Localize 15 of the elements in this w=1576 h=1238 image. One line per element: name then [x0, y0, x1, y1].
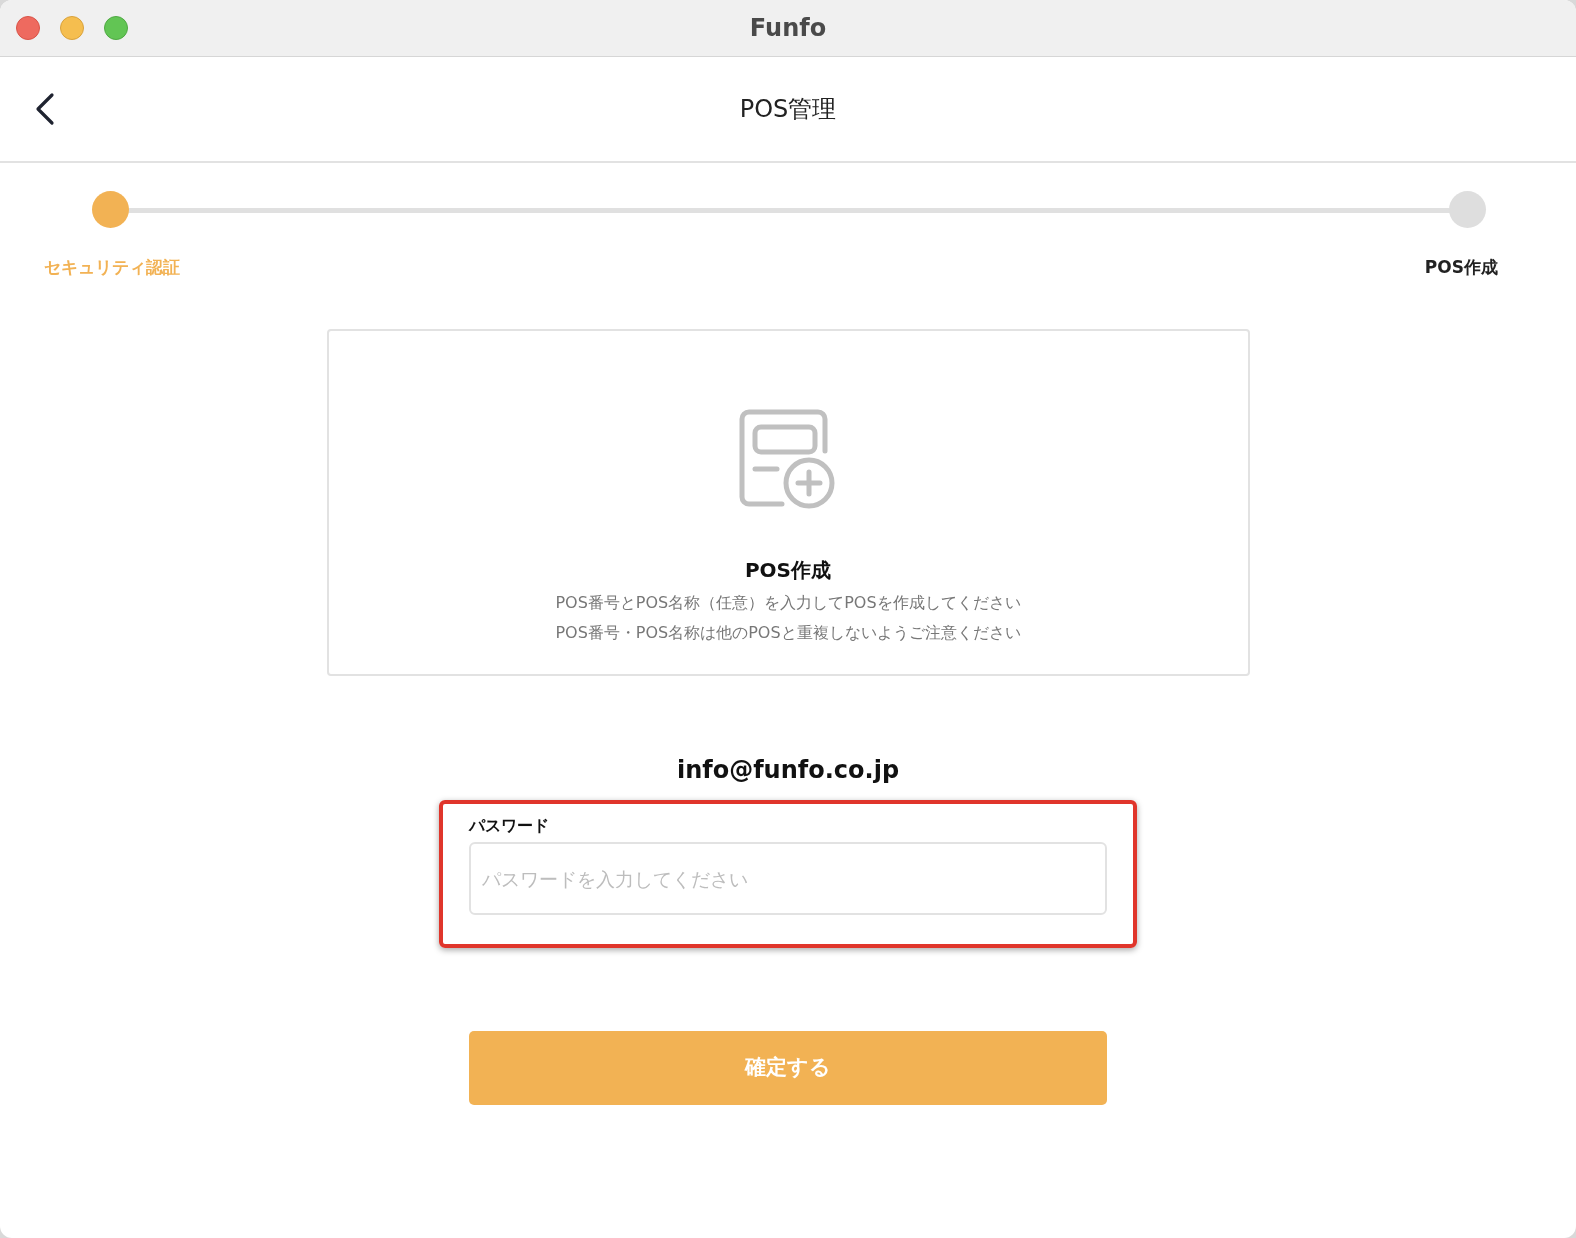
- password-label: パスワード: [469, 816, 549, 835]
- card-title: POS作成: [744, 557, 832, 584]
- card-description: POS番号・POS名称は他のPOSと重複しないようご注意ください: [555, 622, 1021, 644]
- back-icon: [35, 92, 55, 126]
- step-label: POS作成: [1424, 256, 1498, 279]
- page-title: POS管理: [739, 94, 837, 125]
- account-email: info@funfo.co.jp: [676, 755, 900, 786]
- window-title: Funfo: [749, 13, 827, 44]
- close-window-icon[interactable]: [16, 16, 40, 40]
- step-label: セキュリティ認証: [44, 256, 180, 279]
- confirm-button[interactable]: 確定する: [469, 1031, 1107, 1105]
- zoom-window-icon[interactable]: [104, 16, 128, 40]
- card-description: POS番号とPOS名称（任意）を入力してPOSを作成してください: [555, 592, 1021, 614]
- password-field[interactable]: パスワードを入力してください: [469, 842, 1107, 915]
- minimize-window-icon[interactable]: [60, 16, 84, 40]
